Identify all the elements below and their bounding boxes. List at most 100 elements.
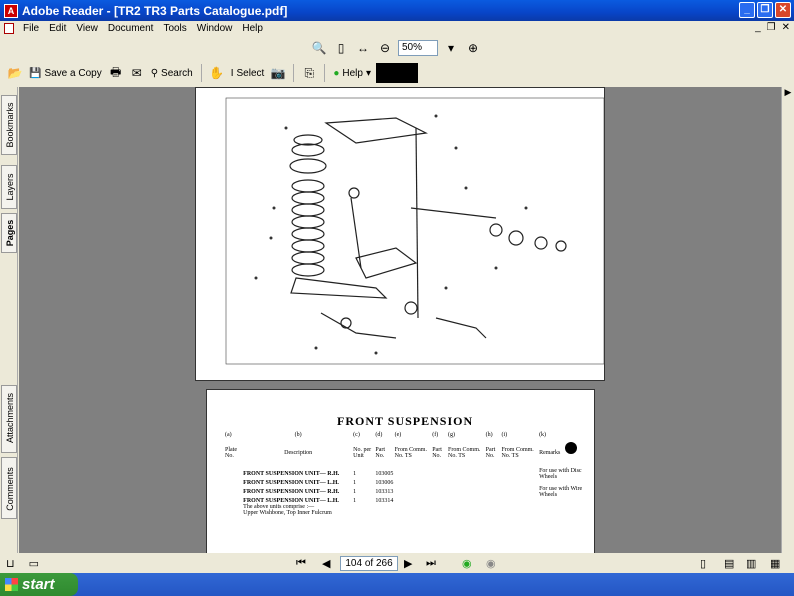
table-row: Upper Wishbone, Top Inner Fulcrum (225, 510, 585, 516)
row-qty: 1 (353, 471, 357, 477)
facing-icon[interactable]: ▥ (746, 557, 756, 570)
document-view[interactable]: FRONT SUSPENSION (a) (b) (c) (d) (e) (f)… (19, 87, 781, 553)
column-label: No. per Unit (353, 447, 372, 459)
tab-comments-label: Comments (5, 467, 15, 511)
menu-window[interactable]: Window (192, 23, 238, 34)
tab-pages[interactable]: Pages (1, 213, 17, 253)
column-label: From Comm. No. TS (394, 447, 427, 459)
column-label: Part No. (485, 447, 496, 459)
tab-attachments[interactable]: Attachments (1, 385, 17, 453)
zoom-tool-icon[interactable]: 🔍 (310, 39, 328, 57)
table-row: FRONT SUSPENSION UNIT— R.H. 1 103313 For us… (225, 486, 585, 498)
vertical-scrollbar[interactable]: ▶ (781, 87, 794, 553)
save-copy-label: Save a Copy (44, 67, 102, 79)
adobe-reader-icon: A (4, 3, 18, 18)
continuous-facing-icon[interactable]: ▦ (770, 557, 780, 570)
binoculars-icon: ⚲ (150, 67, 159, 79)
row-description: FRONT SUSPENSION UNIT— R.H. (243, 489, 340, 495)
parts-table: (a) (b) (c) (d) (e) (f) (g) (h) (i) (k) … (225, 432, 585, 516)
row-remark (539, 498, 585, 504)
options-icon[interactable]: ⊔ (6, 557, 15, 570)
help-button[interactable]: ● Help ▾ (331, 68, 373, 79)
row-qty: 1 (353, 489, 357, 495)
tab-pages-label: Pages (5, 219, 15, 247)
previous-page-icon[interactable]: ◀ (322, 557, 330, 570)
table-row: FRONT SUSPENSION UNIT— R.H. 1 103005 For us… (225, 468, 585, 480)
windows-logo-icon (5, 578, 18, 591)
single-page-icon[interactable]: ▯ (700, 557, 706, 570)
page-heading: FRONT SUSPENSION (337, 414, 474, 428)
snapshot-icon[interactable]: 📷 (269, 64, 287, 82)
start-button[interactable]: start (0, 573, 78, 596)
save-copy-button[interactable]: 💾 Save a Copy (27, 68, 104, 79)
email-icon[interactable]: ✉ (128, 64, 146, 82)
back-view-icon[interactable]: ◉ (462, 557, 472, 570)
first-page-icon[interactable]: ⏮ (296, 557, 306, 570)
hand-tool-icon[interactable]: ✋ (208, 64, 226, 82)
fit-page-icon[interactable]: ▯ (332, 39, 350, 57)
fit-width-icon[interactable]: ↔ (354, 39, 372, 57)
continuous-icon[interactable]: ▤ (724, 557, 734, 570)
scroll-up-icon[interactable]: ▶ (782, 87, 794, 98)
minimize-button[interactable]: _ (739, 2, 755, 18)
row-remark: For use with Wire Wheels (539, 486, 583, 498)
open-folder-icon[interactable]: 📂 (6, 64, 24, 82)
tab-layers[interactable]: Layers (1, 165, 17, 209)
toolbar-divider (293, 64, 295, 82)
menu-file[interactable]: File (18, 23, 44, 34)
select-label: Select (236, 67, 265, 79)
page-layout-icon[interactable]: ▭ (29, 557, 39, 570)
menu-help[interactable]: Help (237, 23, 268, 34)
row-part: 103006 (375, 480, 394, 486)
help-icon: ● (333, 67, 340, 79)
row-note: Upper Wishbone, Top Inner Fulcrum (243, 510, 332, 516)
doc-minimize-button[interactable]: _ (755, 22, 761, 33)
select-tool-button[interactable]: I Select (229, 68, 267, 79)
menu-tools[interactable]: Tools (158, 23, 191, 34)
row-part: 103005 (375, 471, 394, 477)
row-qty: 1 (353, 498, 357, 504)
tab-bookmarks[interactable]: Bookmarks (1, 95, 17, 155)
toolbar-divider (200, 64, 202, 82)
chevron-down-icon[interactable]: ▾ (442, 39, 460, 57)
last-page-icon[interactable]: ⏭ (426, 557, 436, 570)
row-description: FRONT SUSPENSION UNIT— R.H. (243, 471, 340, 477)
page-number-input[interactable]: 104 of 266 (340, 556, 398, 571)
text-cursor-icon: I (230, 67, 234, 79)
zoom-toolbar: 🔍 ▯ ↔ ⊖ 50% ▾ ⊕ (310, 37, 482, 59)
restore-button[interactable]: ❐ (757, 2, 773, 18)
next-page-icon[interactable]: ▶ (404, 557, 412, 570)
menu-bar: File Edit View Document Tools Window Hel… (0, 21, 794, 36)
menu-document[interactable]: Document (103, 23, 159, 34)
tab-attachments-label: Attachments (5, 392, 15, 443)
column-label: Remarks (539, 450, 561, 456)
pdf-page-diagram (195, 87, 605, 381)
navigation-panel: Bookmarks Layers Pages Attachments Comme… (0, 87, 18, 553)
search-button[interactable]: ⚲ Search (149, 68, 195, 79)
doc-restore-button[interactable]: ❐ (767, 22, 776, 33)
toolbar-divider (324, 64, 326, 82)
tab-layers-label: Layers (5, 173, 15, 201)
zoom-level-input[interactable]: 50% (398, 40, 438, 56)
document-icon[interactable] (4, 23, 14, 34)
pdf-page-table: FRONT SUSPENSION (a) (b) (c) (d) (e) (f)… (206, 389, 595, 553)
window-title: Adobe Reader - [TR2 TR3 Parts Catalogue.… (22, 3, 288, 18)
pages-icon[interactable]: ⎘ (300, 64, 318, 82)
redacted-box (375, 63, 418, 83)
forward-view-icon[interactable]: ◉ (486, 557, 496, 570)
column-label: Part No. (375, 447, 386, 459)
column-label: Plate No. (225, 447, 237, 459)
zoom-in-icon[interactable]: ⊕ (464, 39, 482, 57)
tab-comments[interactable]: Comments (1, 457, 17, 519)
doc-close-button[interactable]: ✕ (782, 22, 790, 33)
close-button[interactable]: ✕ (775, 2, 791, 18)
row-part: 103314 (375, 498, 394, 504)
column-label: From Comm. No. TS (501, 447, 534, 459)
row-remark: For use with Disc Wheels (539, 468, 582, 480)
main-toolbar: 📂 💾 Save a Copy 🖶 ✉ ⚲ Search ✋ I Select 📷 ⎘… (0, 61, 794, 85)
menu-edit[interactable]: Edit (44, 23, 71, 34)
zoom-out-icon[interactable]: ⊖ (376, 39, 394, 57)
help-label: Help (342, 67, 363, 79)
print-icon[interactable]: 🖶 (107, 64, 125, 82)
menu-view[interactable]: View (71, 23, 103, 34)
